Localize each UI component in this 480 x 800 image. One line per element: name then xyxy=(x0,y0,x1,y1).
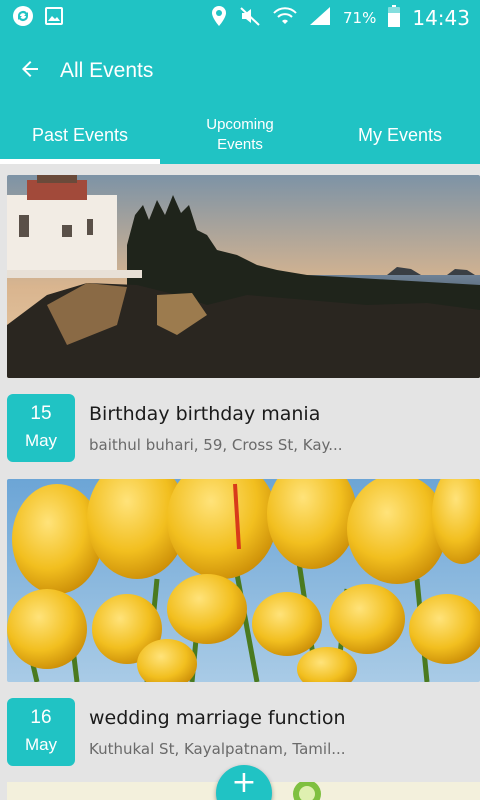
tab-bar: Past Events Upcoming Events My Events xyxy=(0,106,480,164)
date-badge: 16 May xyxy=(7,698,75,766)
list-item[interactable]: 15 May Birthday birthday mania baithul b… xyxy=(0,394,480,464)
back-button[interactable] xyxy=(0,36,60,106)
mute-icon xyxy=(239,5,261,31)
tab-label: My Events xyxy=(357,124,443,145)
sync-icon xyxy=(12,5,34,31)
event-title: Birthday birthday mania xyxy=(89,403,321,425)
event-list[interactable]: 15 May Birthday birthday mania baithul b… xyxy=(0,164,480,800)
clock: 14:43 xyxy=(412,6,470,30)
page-title: All Events xyxy=(60,59,154,82)
plus-icon: + xyxy=(231,765,257,800)
arrow-left-icon xyxy=(18,57,42,85)
battery-percent: 71% xyxy=(343,9,377,27)
event-card-image[interactable] xyxy=(7,175,480,378)
date-month: May xyxy=(24,431,58,450)
status-bar: 71% 14:43 xyxy=(0,0,480,36)
signal-icon xyxy=(309,6,331,30)
date-day: 15 xyxy=(30,403,52,424)
event-card-image[interactable] xyxy=(7,479,480,682)
tab-upcoming-events[interactable]: Upcoming Events xyxy=(160,106,320,164)
list-item[interactable]: 16 May wedding marriage function Kuthuka… xyxy=(0,698,480,768)
app-bar: All Events xyxy=(0,36,480,106)
tab-label: Upcoming Events xyxy=(206,116,274,153)
tab-past-events[interactable]: Past Events xyxy=(0,106,160,164)
lighthouse-coast-photo xyxy=(7,175,480,378)
event-address: Kuthukal St, Kayalpatnam, Tamil... xyxy=(89,740,346,758)
tab-label: Past Events xyxy=(31,124,129,145)
event-address: baithul buhari, 59, Cross St, Kay... xyxy=(89,436,343,454)
date-badge: 15 May xyxy=(7,394,75,462)
yellow-tulips-photo xyxy=(7,479,480,682)
date-month: May xyxy=(24,735,58,754)
battery-icon xyxy=(388,5,401,31)
wifi-icon xyxy=(273,6,297,30)
date-day: 16 xyxy=(30,707,52,728)
image-icon xyxy=(44,6,64,30)
tab-my-events[interactable]: My Events xyxy=(320,106,480,164)
location-icon xyxy=(211,5,227,31)
event-title: wedding marriage function xyxy=(89,707,346,729)
